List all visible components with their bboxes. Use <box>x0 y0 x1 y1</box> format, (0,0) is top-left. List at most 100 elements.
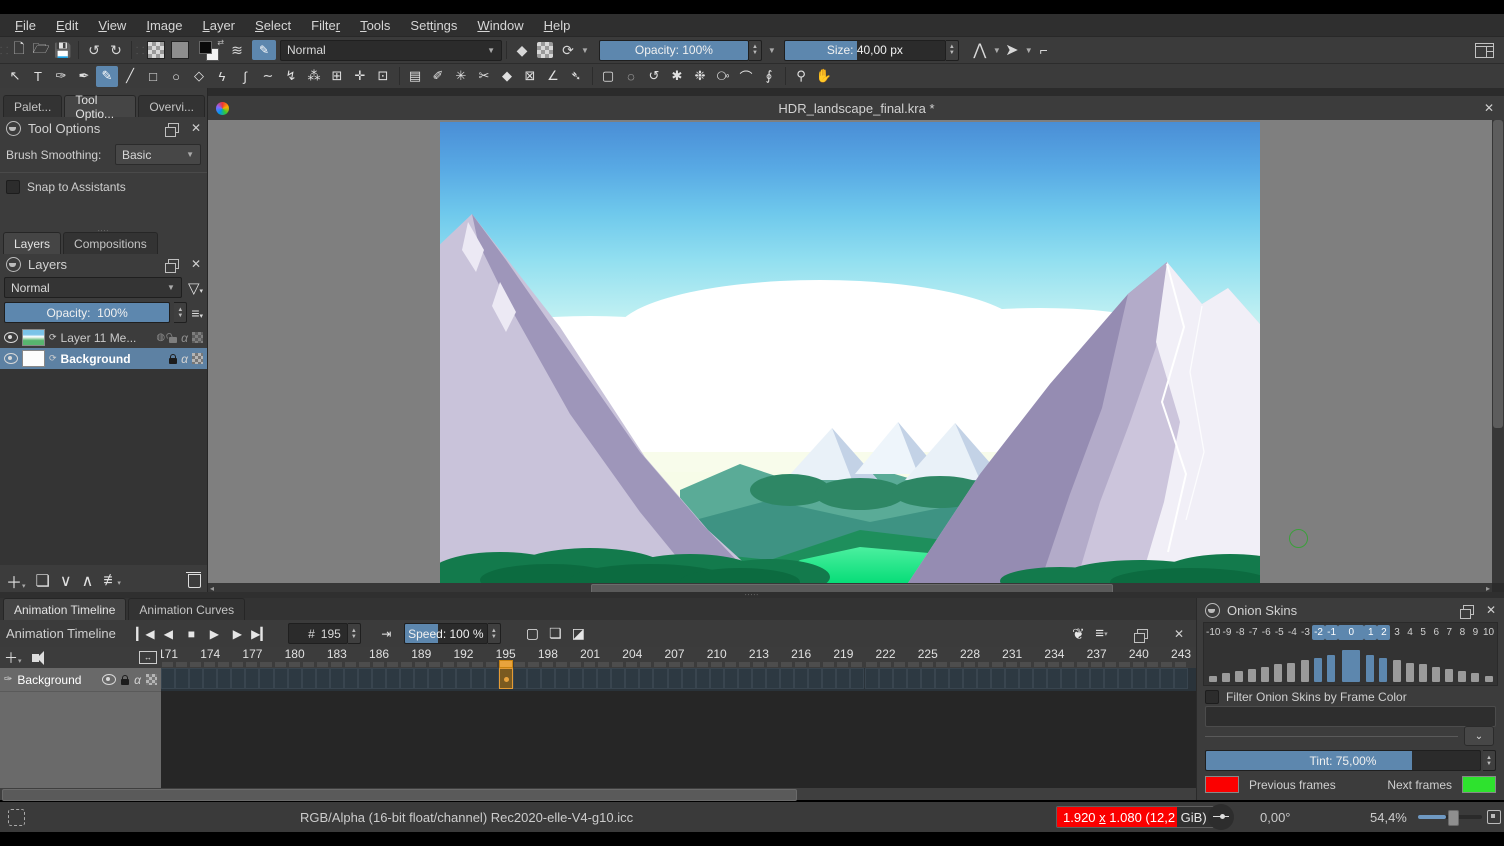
pan-tool-icon[interactable]: ✋ <box>813 66 835 87</box>
timeline-hscrollbar[interactable] <box>0 788 1196 800</box>
frame-cell[interactable] <box>752 668 766 689</box>
duplicate-layer-button[interactable]: ❏ <box>36 571 50 591</box>
layer-row[interactable]: ⟳ Layer 11 Me... ◍ α <box>0 327 207 348</box>
frame-cell[interactable] <box>316 668 330 689</box>
tab-palette[interactable]: Palet... <box>3 95 62 117</box>
wrap-around-icon[interactable]: ⌐ <box>1033 40 1055 60</box>
opacity-slider[interactable]: Opacity: 100% <box>599 40 749 61</box>
onion-bar--3[interactable] <box>1298 648 1311 682</box>
onion-bar-5[interactable] <box>1416 648 1429 682</box>
frame-cell[interactable] <box>189 668 203 689</box>
onion-offset-4[interactable]: 4 <box>1404 625 1417 640</box>
frame-cell[interactable] <box>935 668 949 689</box>
frame-cell[interactable] <box>963 668 977 689</box>
frame-cell[interactable] <box>893 668 907 689</box>
onion-offset-0[interactable]: 0 <box>1338 625 1364 640</box>
frame-cell[interactable] <box>949 668 963 689</box>
similar-select-tool-icon[interactable]: ❉ <box>689 66 711 87</box>
frame-cell[interactable] <box>372 668 386 689</box>
frame-cell[interactable] <box>1005 668 1019 689</box>
frame-cell[interactable] <box>161 668 175 689</box>
frame-cell[interactable] <box>625 668 639 689</box>
frame-cell[interactable] <box>794 668 808 689</box>
frame-cell[interactable] <box>231 668 245 689</box>
previous-frames-color[interactable] <box>1205 776 1239 793</box>
frame-cell[interactable] <box>569 668 583 689</box>
menu-window[interactable]: Window <box>468 16 532 35</box>
alpha-lock-icon[interactable] <box>146 674 157 685</box>
layer-opacity-spinner[interactable]: ▲▼ <box>174 302 187 323</box>
size-slider[interactable]: Size: 40,00 px <box>784 40 946 61</box>
frame-cell[interactable] <box>653 668 667 689</box>
onion-bar--1[interactable] <box>1324 648 1337 682</box>
frame-cell[interactable] <box>541 668 555 689</box>
frame-cell[interactable] <box>203 668 217 689</box>
onion-offset-1[interactable]: 1 <box>1364 625 1377 640</box>
fill-tool-icon[interactable]: ◆ <box>496 66 518 87</box>
preserve-alpha-icon[interactable] <box>537 42 553 58</box>
onion-skins-icon[interactable]: ❦ <box>1067 623 1090 645</box>
next-frames-color[interactable] <box>1462 776 1496 793</box>
bezier-select-tool-icon[interactable]: ⌒ <box>735 66 757 87</box>
size-spinner[interactable]: ▲▼ <box>946 40 959 61</box>
layer-pin-icon[interactable]: ✑ <box>4 674 12 685</box>
layer-properties-button[interactable]: ≢▾ <box>103 572 121 590</box>
onion-bar--8[interactable] <box>1232 648 1245 682</box>
frame-cell[interactable] <box>710 668 724 689</box>
frame-cell[interactable] <box>175 668 189 689</box>
frame-cell[interactable] <box>991 668 1005 689</box>
brush-smoothing-select[interactable]: Basic ▼ <box>115 144 201 165</box>
zoom-tool-icon[interactable]: ⚲ <box>790 66 812 87</box>
onion-bar-1[interactable] <box>1364 648 1377 682</box>
skip-to-end-button[interactable]: ▶▎ <box>249 623 272 645</box>
onion-bar-10[interactable] <box>1482 648 1495 682</box>
spray-tool-icon[interactable]: ✳ <box>450 66 472 87</box>
move-layer-down-button[interactable]: ∨ <box>60 571 72 591</box>
playhead[interactable] <box>499 660 513 668</box>
onion-bar--5[interactable] <box>1272 648 1285 682</box>
frame-cell[interactable] <box>442 668 456 689</box>
frame-cell[interactable] <box>907 668 921 689</box>
onion-bar--9[interactable] <box>1219 648 1232 682</box>
lock-icon[interactable] <box>169 358 177 364</box>
play-button[interactable]: ▶ <box>203 623 226 645</box>
frame-display-mixed-icon[interactable]: ◪ <box>567 623 590 645</box>
chevron-down-icon[interactable]: ▼ <box>581 46 589 55</box>
frame-cell[interactable] <box>1174 668 1188 689</box>
onion-offset-9[interactable]: 9 <box>1469 625 1482 640</box>
layer-options-icon[interactable]: ≡▾ <box>191 305 203 321</box>
menu-settings[interactable]: Settings <box>401 16 466 35</box>
onion-offset-8[interactable]: 8 <box>1456 625 1469 640</box>
inherit-alpha-icon[interactable]: α <box>134 673 141 687</box>
mirror-horizontal-icon[interactable]: ⋀ <box>969 40 991 60</box>
bezier-curve-tool-icon[interactable]: ∫ <box>234 66 256 87</box>
frame-number-spinbox[interactable]: # 195 <box>288 623 348 644</box>
speed-spinner[interactable]: ▲▼ <box>488 623 501 644</box>
timeline-menu-icon[interactable]: ≡▾ <box>1090 623 1113 645</box>
frame-cell[interactable] <box>386 668 400 689</box>
onion-bar--7[interactable] <box>1245 648 1258 682</box>
menu-layer[interactable]: Layer <box>193 16 244 35</box>
frame-cell[interactable] <box>879 668 893 689</box>
open-document-icon[interactable]: 🗁 <box>30 40 52 60</box>
dynamic-brush-tool-icon[interactable]: ↯ <box>280 66 302 87</box>
previous-frame-button[interactable]: ◀ <box>157 623 180 645</box>
tab-layers[interactable]: Layers <box>3 232 61 254</box>
lock-icon[interactable] <box>121 679 129 685</box>
multibrush-tool-icon[interactable]: ⁂ <box>303 66 325 87</box>
float-docker-icon[interactable] <box>168 123 179 133</box>
color-sampler-tool-icon[interactable]: ✐ <box>427 66 449 87</box>
onion-offset--5[interactable]: -5 <box>1273 625 1286 640</box>
frame-cell[interactable] <box>245 668 259 689</box>
canvas-viewport[interactable] <box>208 120 1492 583</box>
frame-cell[interactable] <box>1076 668 1090 689</box>
pattern-chooser[interactable] <box>171 41 189 59</box>
frame-cell[interactable] <box>513 668 527 689</box>
frame-cell[interactable] <box>428 668 442 689</box>
polygonal-select-tool-icon[interactable]: ✱ <box>666 66 688 87</box>
frame-cell[interactable] <box>414 668 428 689</box>
onion-offset-3[interactable]: 3 <box>1390 625 1403 640</box>
freehand-brush-tool-icon[interactable]: ✎ <box>96 66 118 87</box>
crop-tool-icon[interactable]: ⊡ <box>372 66 394 87</box>
onion-offset--8[interactable]: -8 <box>1234 625 1247 640</box>
